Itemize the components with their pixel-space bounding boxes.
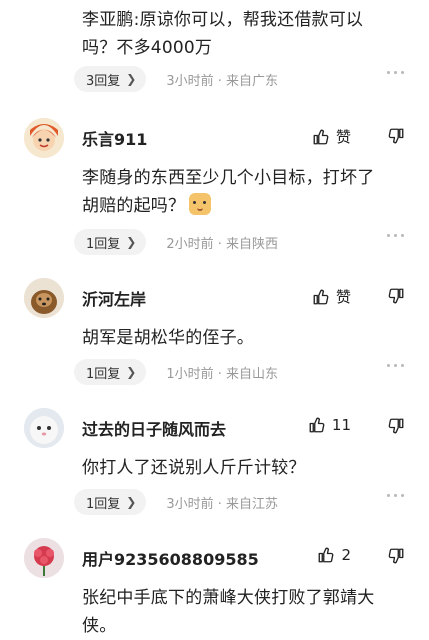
reply-count: 3回复 [86,73,121,89]
comment-meta: 1回复 ❯ 2小时前 · 来自陕西 [74,229,414,255]
avatar[interactable] [24,278,64,318]
comment-meta: 1回复 ❯ 3小时前 · 来自江苏 [74,489,414,515]
time-location: 3小时前 · 来自江苏 [166,496,279,512]
comment-text: 张纪中手底下的萧峰大侠打败了郭靖大 侠。 [82,584,412,640]
thumbs-down-icon[interactable] [387,547,405,565]
comment-meta: 1回复 ❯ 1小时前 · 来自山东 [74,359,414,385]
comment-text: 你打人了还说别人斤斤计较？ [82,454,412,482]
comment-top-text: 李亚鹏:原谅你可以，帮我还借款可以 吗？不多4000万 [82,6,412,62]
more-dots-icon[interactable] [387,234,404,237]
comment-text-line: 李随身的东西至少几个小目标，打坏了 [82,168,375,188]
reply-count: 1回复 [86,236,121,252]
like-button[interactable]: 11 [308,416,351,434]
time-location: 2小时前 · 来自陕西 [166,236,279,252]
chevron-right-icon: ❯ [126,495,137,509]
thumbs-up-icon [319,547,334,563]
reply-button[interactable]: 1回复 ❯ [74,489,147,515]
comment-text: 胡军是胡松华的侄子。 [82,324,412,352]
reply-count: 1回复 [86,366,121,382]
more-dots-icon[interactable] [387,494,404,497]
username[interactable]: 乐言911 [82,126,147,150]
doge-emoji-icon [189,193,212,215]
time-location: 1小时前 · 来自山东 [166,366,279,382]
thumbs-down-icon[interactable] [387,287,405,305]
like-count: 2 [341,546,351,564]
thumbs-up-icon [313,129,329,144]
more-dots-icon[interactable] [387,364,404,367]
comment-text-line: 胡赔的起吗？ [82,196,186,216]
comment-text-line: 李亚鹏:原谅你可以，帮我还借款可以 [82,10,364,30]
avatar[interactable] [24,538,64,578]
avatar[interactable] [24,408,64,448]
username[interactable]: 沂河左岸 [82,286,146,310]
username[interactable]: 过去的日子随风而去 [82,416,226,440]
chevron-right-icon: ❯ [126,365,137,379]
comment-text-line: 胡军是胡松华的侄子。 [82,328,254,348]
like-label: 赞 [335,288,351,306]
time-location: 3小时前 · 来自广东 [166,73,279,89]
comment-text: 李随身的东西至少几个小目标，打坏了 胡赔的起吗？ [82,164,412,220]
thumbs-down-icon[interactable] [387,417,405,435]
like-button[interactable]: 赞 [312,286,351,307]
more-dots-icon[interactable] [387,71,404,74]
thumbs-down-icon[interactable] [387,127,405,145]
chevron-right-icon: ❯ [126,235,137,249]
avatar[interactable] [24,118,64,158]
thumbs-up-icon [313,289,329,304]
like-count: 11 [331,416,351,434]
like-button[interactable]: 2 [317,546,351,564]
comment-text-line: 张纪中手底下的萧峰大侠打败了郭靖大 [82,588,375,608]
comment-text-line: 吗？不多4000万 [82,38,213,58]
comment-text-line: 你打人了还说别人斤斤计较？ [82,458,306,478]
comment-meta-top: 3回复 ❯ 3小时前 · 来自广东 [74,66,414,92]
reply-button[interactable]: 3回复 ❯ [74,66,147,92]
comment-text-line: 侠。 [82,616,117,636]
thumbs-up-icon [309,417,325,433]
like-label: 赞 [335,128,351,146]
username[interactable]: 用户9235608809585 [82,546,259,570]
chevron-right-icon: ❯ [126,72,137,86]
reply-count: 1回复 [86,496,121,512]
reply-button[interactable]: 1回复 ❯ [74,229,147,255]
reply-button[interactable]: 1回复 ❯ [74,359,147,385]
like-button[interactable]: 赞 [312,126,351,147]
